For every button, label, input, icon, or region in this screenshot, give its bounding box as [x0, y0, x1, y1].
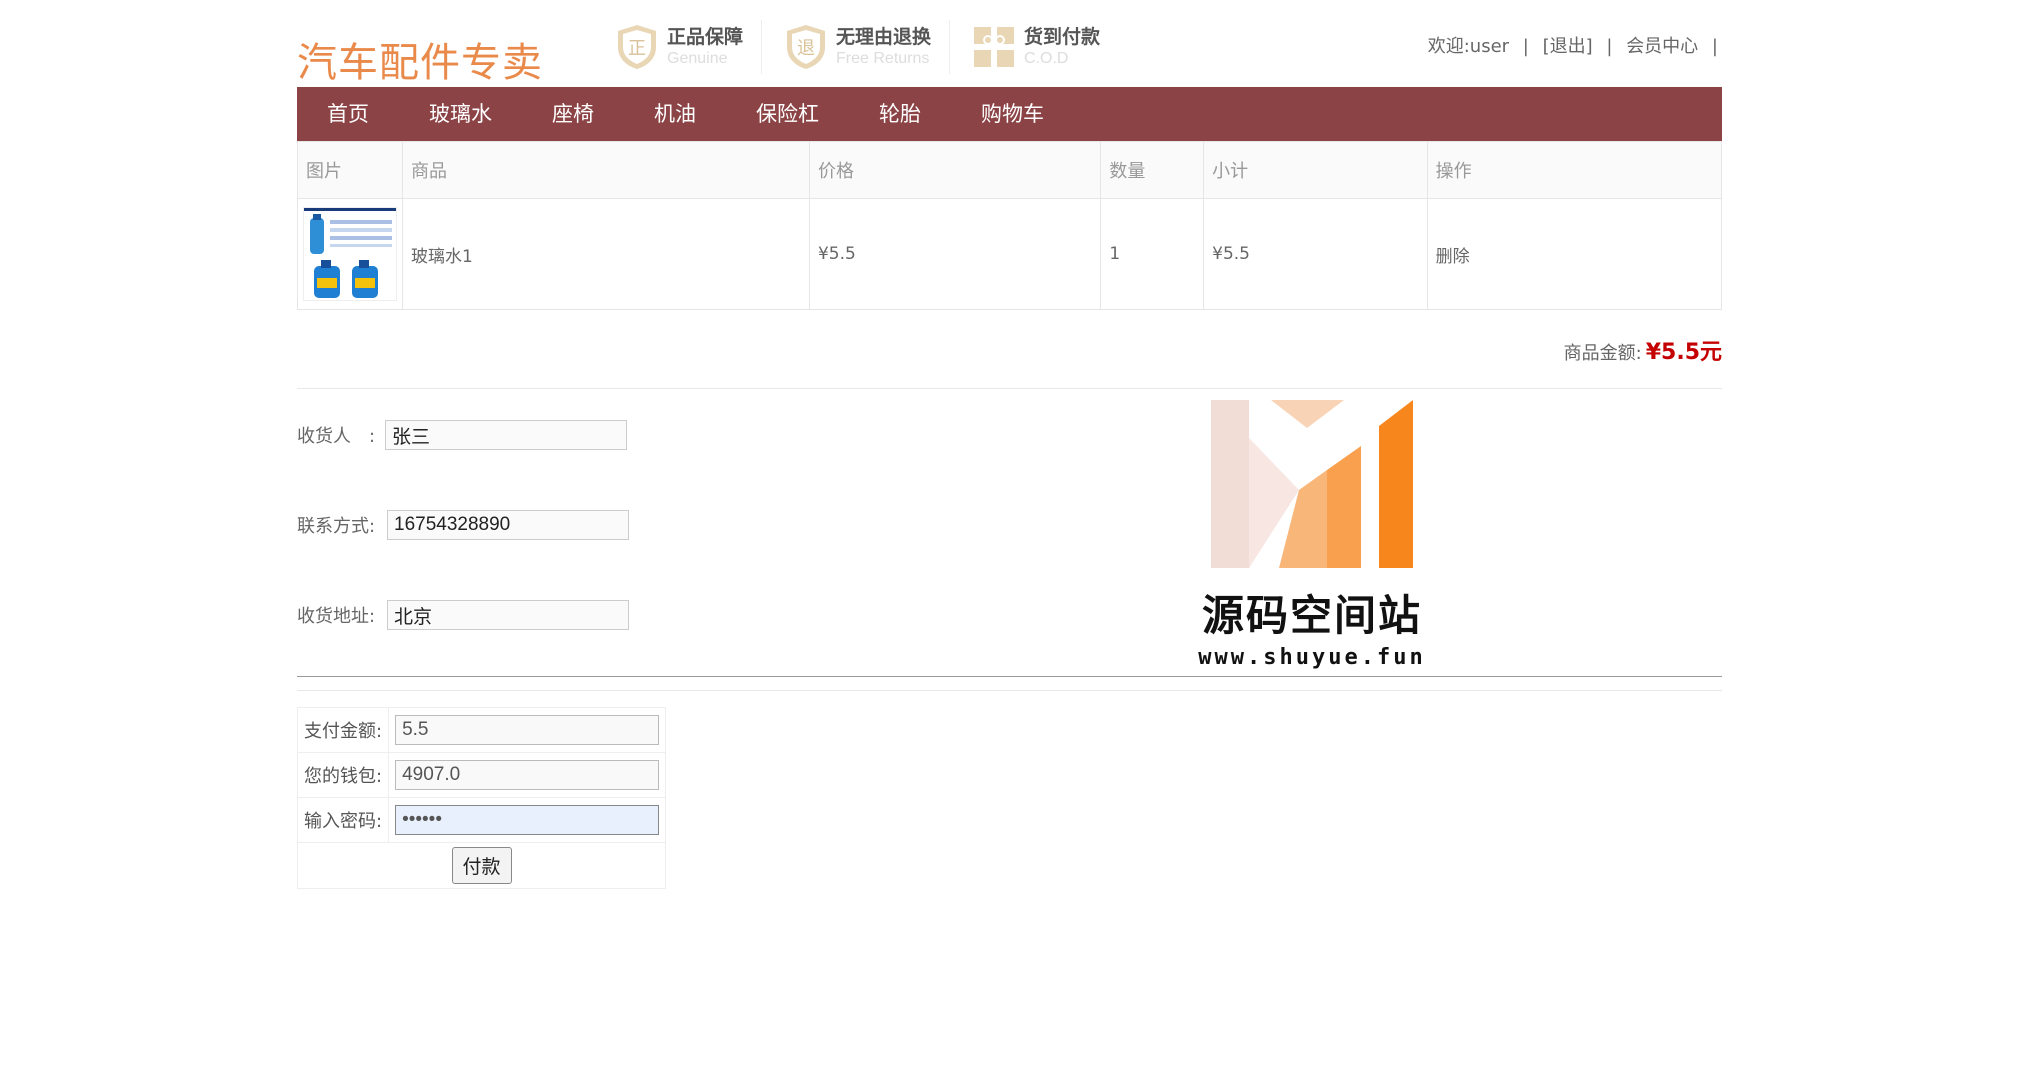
- phone-label: 联系方式:: [297, 516, 376, 537]
- col-header-qty: 数量: [1100, 141, 1205, 199]
- service-badges: 正 正品保障 Genuine 退 无理由退换 Free Returns 货到付款…: [615, 20, 1140, 74]
- divider: [297, 388, 1722, 389]
- badge-subtitle: C.O.D: [1024, 50, 1069, 67]
- table-row: 玻璃水1 ¥5.5 1 ¥5.5 删除: [297, 198, 1723, 310]
- divider: [297, 690, 1722, 691]
- nav-item-cart[interactable]: 购物车: [951, 87, 1074, 141]
- product-price: ¥5.5: [808, 198, 1102, 310]
- amount-row: 支付金额:: [296, 707, 667, 753]
- nav-item-oil[interactable]: 机油: [624, 87, 726, 141]
- wallet-label: 您的钱包:: [296, 752, 390, 798]
- cart-table: 图片 商品 价格 数量 小计 操作 玻璃水1 ¥5.5 1 ¥5.5 删除: [297, 141, 1723, 310]
- cart-header-row: 图片 商品 价格 数量 小计 操作: [297, 141, 1723, 199]
- nav-item-tires[interactable]: 轮胎: [849, 87, 951, 141]
- product-subtotal: ¥5.5: [1203, 198, 1428, 310]
- delete-link[interactable]: 删除: [1426, 198, 1723, 310]
- amount-label: 支付金额:: [296, 707, 390, 753]
- badge-title: 正品保障: [667, 26, 744, 48]
- svg-text:退: 退: [797, 38, 815, 59]
- separator: |: [1522, 36, 1529, 57]
- address-input[interactable]: [387, 600, 629, 630]
- receiver-input[interactable]: [385, 420, 627, 450]
- watermark-title: 源码空间站: [1201, 591, 1422, 640]
- total-label: 商品金额:: [1563, 343, 1642, 364]
- user-links: 欢迎:user | [退出] | 会员中心 |: [1424, 32, 1722, 58]
- site-logo[interactable]: 汽车配件专卖: [297, 30, 543, 88]
- nav-item-home[interactable]: 首页: [297, 87, 399, 141]
- product-name[interactable]: 玻璃水1: [402, 198, 810, 310]
- nav-item-washer-fluid[interactable]: 玻璃水: [399, 87, 522, 141]
- receiver-row: 收货人 :: [297, 420, 627, 450]
- watermark: 源码空间站 www.shuyue.fun: [1197, 398, 1427, 670]
- payment-table: 支付金额: 您的钱包: 输入密码: 付款: [296, 707, 667, 889]
- badge-cod: 货到付款 C.O.D: [972, 20, 1118, 74]
- badge-subtitle: Genuine: [667, 50, 728, 67]
- nav-item-seats[interactable]: 座椅: [522, 87, 624, 141]
- nav-item-bumper[interactable]: 保险杠: [726, 87, 849, 141]
- wallet-input[interactable]: [395, 760, 660, 790]
- address-row: 收货地址:: [297, 600, 629, 630]
- badge-returns: 退 无理由退换 Free Returns: [784, 20, 951, 74]
- watermark-logo-icon: [1211, 400, 1413, 568]
- separator: |: [1606, 36, 1613, 57]
- separator: |: [1711, 36, 1718, 57]
- main-nav: 首页 玻璃水 座椅 机油 保险杠 轮胎 购物车: [297, 87, 1722, 141]
- order-total: 商品金额: ¥5.5元: [1564, 334, 1722, 366]
- divider: [297, 676, 1722, 677]
- wallet-row: 您的钱包:: [296, 752, 667, 798]
- password-input[interactable]: [395, 805, 660, 835]
- pay-button[interactable]: 付款: [451, 847, 512, 884]
- welcome-text: 欢迎:user: [1427, 36, 1510, 57]
- col-header-subtotal: 小计: [1203, 141, 1428, 199]
- col-header-image: 图片: [297, 141, 403, 199]
- col-header-price: 价格: [808, 141, 1102, 199]
- pay-button-row: 付款: [296, 842, 667, 889]
- product-image-cell: [297, 198, 403, 310]
- phone-input[interactable]: [387, 510, 629, 540]
- col-header-action: 操作: [1426, 141, 1723, 199]
- washer-fluid-image: [304, 208, 396, 298]
- return-shield-icon: 退: [787, 25, 826, 69]
- genuine-shield-icon: 正: [618, 25, 656, 69]
- amount-input[interactable]: [395, 715, 660, 745]
- badge-genuine: 正 正品保障 Genuine: [615, 20, 763, 74]
- total-amount: ¥5.5元: [1645, 340, 1722, 365]
- address-label: 收货地址:: [297, 606, 376, 627]
- receiver-label: 收货人 :: [297, 426, 376, 447]
- badge-title: 无理由退换: [836, 26, 932, 48]
- password-row: 输入密码:: [296, 797, 667, 843]
- badge-title: 货到付款: [1024, 26, 1101, 48]
- col-header-product: 商品: [402, 141, 810, 199]
- password-label: 输入密码:: [296, 797, 390, 843]
- watermark-url: www.shuyue.fun: [1198, 645, 1426, 670]
- gift-icon: [974, 27, 1015, 67]
- product-thumbnail[interactable]: [303, 207, 397, 301]
- badge-subtitle: Free Returns: [836, 50, 930, 67]
- svg-text:正: 正: [628, 38, 646, 59]
- product-qty: 1: [1100, 198, 1205, 310]
- member-center-link[interactable]: 会员中心: [1626, 36, 1698, 57]
- phone-row: 联系方式:: [297, 510, 629, 540]
- logout-link[interactable]: [退出]: [1543, 36, 1593, 57]
